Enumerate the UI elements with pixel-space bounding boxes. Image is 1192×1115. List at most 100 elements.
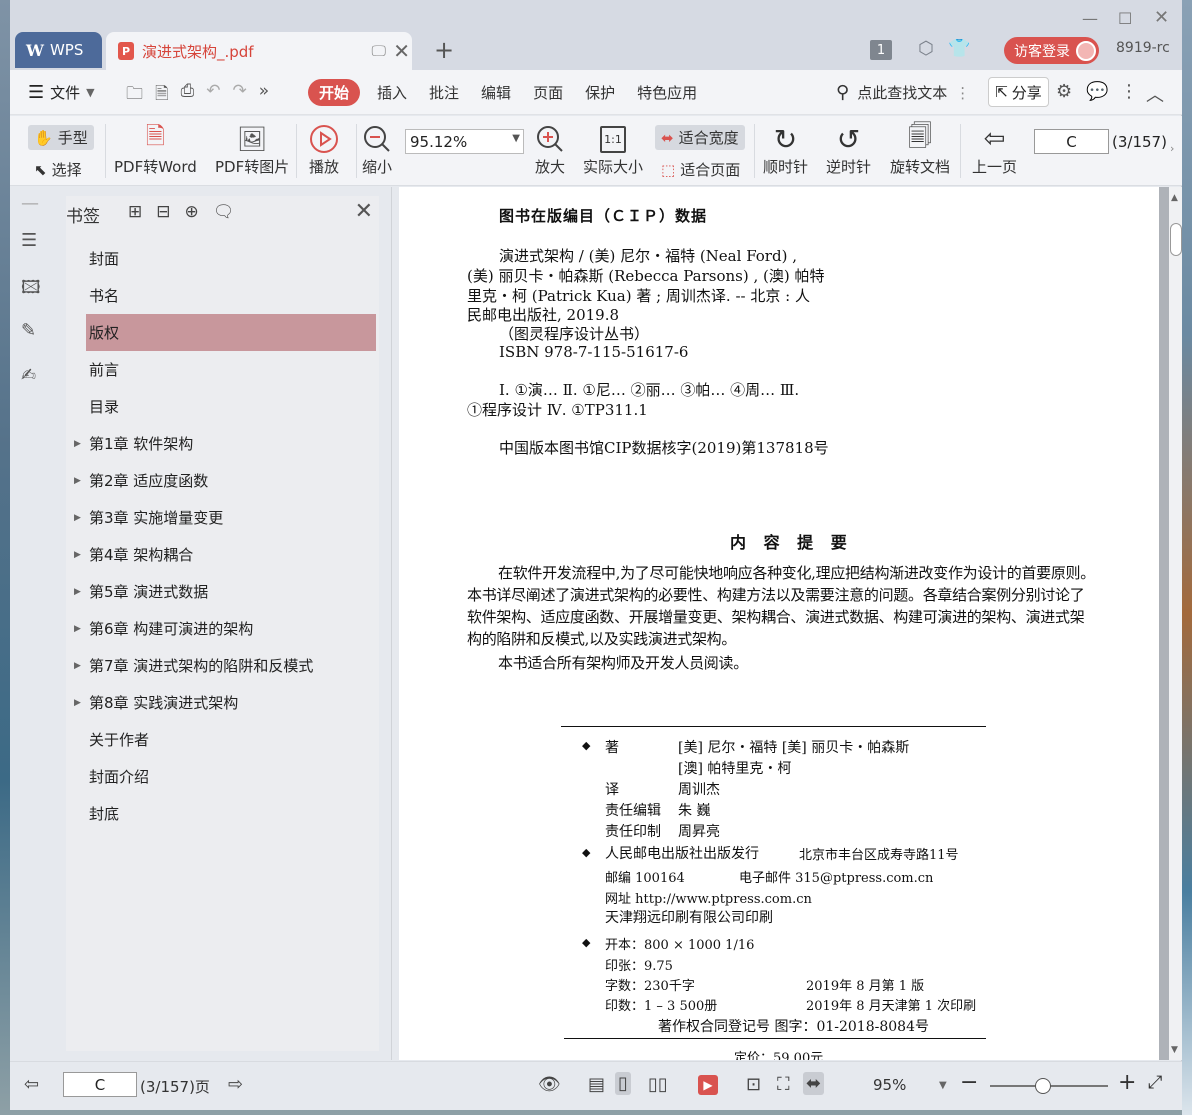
rotate-clockwise-button[interactable]: ↻ 顺时针 — [763, 122, 808, 177]
actual-size-status-icon[interactable]: ⊡ — [746, 1074, 761, 1095]
scroll-down-icon[interactable]: ▼ — [1171, 1045, 1178, 1055]
wps-home-tab[interactable]: W WPS — [15, 32, 102, 68]
bookmark-item[interactable]: ▶ 第6章 构建可演进的架构 — [74, 610, 376, 647]
fit-page-button[interactable]: ⬚ 适合页面 — [661, 159, 740, 180]
visitor-login-button[interactable]: 访客登录 — [1004, 37, 1099, 64]
tab-protect[interactable]: 保护 — [574, 79, 626, 106]
tab-edit[interactable]: 编辑 — [470, 79, 522, 106]
pdf-to-word-button[interactable]: 🗎 PDF转Word — [114, 122, 197, 177]
zoom-out-button[interactable]: 缩小 — [362, 122, 392, 177]
tab-page[interactable]: 页面 — [522, 79, 574, 106]
status-page-input[interactable]: C — [63, 1072, 137, 1097]
single-page-icon[interactable]: ▤ — [588, 1074, 605, 1095]
fit-width-status-icon[interactable]: ⬌ — [803, 1072, 825, 1095]
document-scrollbar[interactable]: ▲ ▼ — [1169, 187, 1182, 1060]
play-button[interactable]: 播放 — [309, 122, 339, 177]
expand-arrow-icon[interactable]: ▶ — [74, 550, 81, 560]
scroll-thumb[interactable] — [1170, 223, 1182, 256]
comment-icon[interactable]: 💬 — [1086, 81, 1108, 102]
close-window-icon[interactable]: ✕ — [1154, 7, 1169, 28]
maximize-icon[interactable]: ☐ — [1118, 9, 1132, 28]
annotation-icon[interactable]: ✎ — [21, 320, 36, 341]
fit-page-status-icon[interactable]: ⛶ — [777, 1074, 790, 1095]
undo-icon[interactable]: ↶ — [206, 81, 220, 110]
bookmark-item[interactable]: 封面介绍 — [86, 758, 376, 795]
expand-arrow-icon[interactable]: ▶ — [74, 661, 81, 671]
expand-arrow-icon[interactable]: ▶ — [74, 513, 81, 523]
expand-bookmark-icon[interactable]: ⊕ — [185, 202, 199, 222]
slideshow-icon[interactable]: ▶ — [698, 1075, 718, 1095]
window-count-badge[interactable]: 1 — [870, 40, 892, 60]
bookmark-item[interactable]: ▶ 第2章 适应度函数 — [74, 462, 376, 499]
zoom-plus-icon[interactable]: + — [1118, 1070, 1136, 1095]
actual-size-button[interactable]: 1:1 实际大小 — [583, 122, 643, 177]
save-icon[interactable]: 🗎 — [155, 81, 169, 110]
bookmark-item[interactable]: 书名 — [86, 277, 376, 314]
kebab-icon[interactable]: ⋮ — [955, 84, 970, 102]
bookmark-item[interactable]: ▶ 第3章 实施增量变更 — [74, 499, 376, 536]
bookmark-item[interactable]: 目录 — [86, 388, 376, 425]
fit-width-button[interactable]: ⬌ 适合宽度 — [655, 125, 745, 150]
expand-arrow-icon[interactable]: ▶ — [74, 439, 81, 449]
bookmark-item[interactable]: 封底 — [86, 795, 376, 832]
expand-arrow-icon[interactable]: ▶ — [74, 624, 81, 634]
select-tool-button[interactable]: ⬉ 选择 — [34, 159, 82, 180]
new-tab-icon[interactable]: + — [434, 36, 454, 64]
previous-page-button[interactable]: ⇦ 上一页 — [972, 122, 1017, 177]
print-icon[interactable]: ⎙ — [181, 81, 195, 110]
redo-icon[interactable]: ↷ — [233, 81, 247, 110]
tab-features[interactable]: 特色应用 — [626, 79, 708, 106]
zoom-slider-knob[interactable] — [1035, 1078, 1051, 1094]
file-menu[interactable]: ☰ 文件 ▼ — [28, 82, 95, 103]
bookmark-item[interactable]: ▶ 第7章 演进式架构的陷阱和反模式 — [74, 647, 376, 684]
tab-start[interactable]: 开始 — [308, 79, 361, 106]
bookmark-item[interactable]: 关于作者 — [86, 721, 376, 758]
expand-arrow-icon[interactable]: ▶ — [74, 698, 81, 708]
rotate-document-button[interactable]: 🗐 旋转文档 — [890, 122, 950, 177]
chevron-right-icon[interactable]: › — [1170, 142, 1174, 155]
pdf-to-image-button[interactable]: 🖼 PDF转图片 — [215, 122, 289, 177]
signature-icon[interactable]: ✍ — [21, 365, 36, 386]
zoom-in-button[interactable]: 放大 — [535, 122, 565, 177]
minimize-icon[interactable]: — — [1082, 9, 1098, 28]
next-page-icon[interactable]: ⇨ — [228, 1074, 243, 1095]
fullscreen-icon[interactable]: ⤢ — [1148, 1072, 1162, 1093]
scroll-up-icon[interactable]: ▲ — [1171, 193, 1178, 203]
tab-insert[interactable]: 插入 — [366, 79, 418, 106]
thumbnail-icon[interactable]: 🖾 — [21, 275, 41, 305]
settings-icon[interactable]: ⚙ — [1056, 81, 1072, 102]
more-icon[interactable]: » — [259, 81, 269, 110]
screen-icon[interactable]: 🖵 — [372, 42, 386, 60]
document-tab[interactable]: P 演进式架构_.pdf 🖵 ✕ — [106, 32, 412, 70]
hand-tool-button[interactable]: ✋ 手型 — [28, 125, 94, 150]
bookmark-list-icon[interactable]: ☰ — [21, 230, 37, 251]
zoom-dropdown-icon[interactable]: ▼ — [939, 1080, 947, 1091]
bookmark-item[interactable]: 封面 — [86, 240, 376, 277]
eye-protection-icon[interactable]: 👁 — [538, 1074, 561, 1095]
bookmark-item[interactable]: 前言 — [86, 351, 376, 388]
open-folder-icon[interactable]: 🗀 — [126, 81, 143, 110]
close-panel-icon[interactable]: ✕ — [355, 199, 373, 224]
close-tab-icon[interactable]: ✕ — [393, 39, 410, 63]
prev-page-icon[interactable]: ⇦ — [24, 1074, 39, 1095]
collapse-bookmark-icon[interactable]: ⊟ — [156, 202, 170, 222]
continuous-page-icon[interactable]: ▯ — [615, 1072, 631, 1095]
bookmark-item[interactable]: ▶ 第5章 演进式数据 — [74, 573, 376, 610]
more-options-icon[interactable]: ⋮ — [1120, 81, 1138, 102]
expand-arrow-icon[interactable]: ▶ — [74, 587, 81, 597]
zoom-select[interactable]: 95.12% ▼ — [405, 129, 524, 154]
document-viewport[interactable]: 图书在版编目（ＣＩＰ）数据 演进式架构 / (美) 尼尔・福特 (Neal Fo… — [399, 187, 1169, 1060]
skin-icon[interactable]: ⬡ — [918, 38, 934, 59]
bookmark-item[interactable]: ▶ 第1章 软件架构 — [74, 425, 376, 462]
zoom-minus-icon[interactable]: − — [960, 1070, 978, 1095]
shirt-icon[interactable]: 👕 — [948, 38, 970, 59]
bookmark-item[interactable]: ▶ 第8章 实践演进式架构 — [74, 684, 376, 721]
bookmark-settings-icon[interactable]: 🗨 — [213, 202, 235, 222]
panel-scrollbar[interactable] — [391, 187, 399, 1060]
collapse-ribbon-icon[interactable]: ︿ — [1146, 81, 1164, 107]
bookmark-item[interactable]: 版权 — [86, 314, 376, 351]
expand-arrow-icon[interactable]: ▶ — [74, 476, 81, 486]
tab-annotate[interactable]: 批注 — [418, 79, 470, 106]
find-text[interactable]: ⚲ 点此查找文本 ⋮ — [836, 82, 970, 103]
add-bookmark-icon[interactable]: ⊞ — [128, 202, 142, 222]
